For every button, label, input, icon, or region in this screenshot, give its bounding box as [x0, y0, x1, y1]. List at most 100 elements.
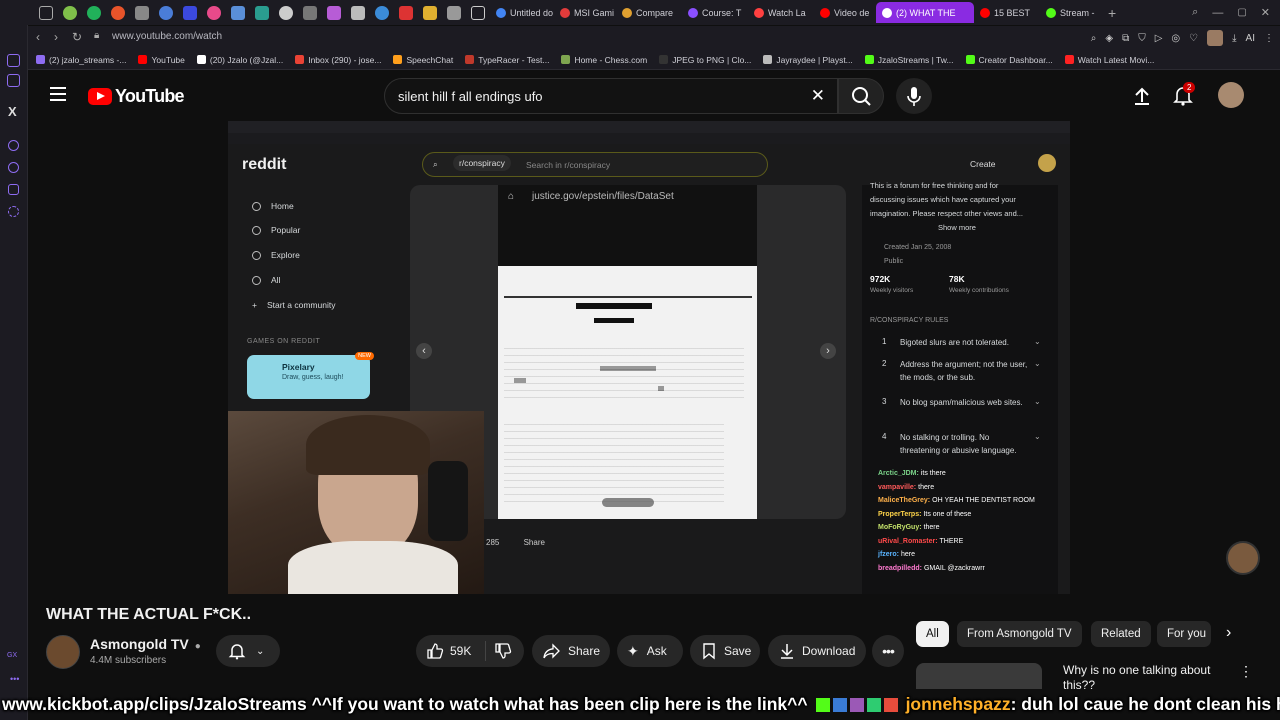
- more-actions-button[interactable]: •••: [872, 635, 904, 667]
- tab-pinned-icon[interactable]: [447, 5, 461, 20]
- tab-pinned-icon[interactable]: [471, 5, 485, 20]
- reload-icon[interactable]: ↻: [72, 30, 82, 44]
- messenger-icon[interactable]: [8, 184, 19, 195]
- bookmark-item[interactable]: Home - Chess.com: [561, 55, 647, 65]
- tab-pinned-icon[interactable]: [255, 5, 269, 20]
- screenshot-icon[interactable]: ⧉: [1122, 33, 1129, 44]
- new-tab-icon[interactable]: +: [1108, 5, 1116, 21]
- badge-emote-icon: [849, 697, 864, 712]
- play-icon[interactable]: ▷: [1155, 33, 1163, 44]
- extension-icon[interactable]: ◈: [1105, 33, 1113, 44]
- download-icon[interactable]: ⤓: [1232, 33, 1236, 44]
- tab-pinned-icon[interactable]: [63, 5, 77, 20]
- save-button[interactable]: Save: [690, 635, 760, 667]
- bookmark-item[interactable]: Watch Latest Movi...: [1064, 55, 1154, 65]
- tab-pinned-icon[interactable]: [399, 5, 413, 20]
- speed-dial-icon[interactable]: [7, 54, 20, 67]
- bookmark-item[interactable]: (20) Jzalo (@Jzal...: [196, 55, 283, 65]
- related-thumbnail[interactable]: [916, 663, 1042, 689]
- close-window-icon[interactable]: ✕: [1261, 6, 1270, 19]
- tab-pinned-icon[interactable]: [279, 5, 293, 20]
- tab-2[interactable]: Compare: [616, 2, 682, 23]
- bookmark-item[interactable]: YouTube: [138, 55, 185, 65]
- tab-active[interactable]: (2) WHAT THE: [876, 2, 974, 23]
- tab-pinned-icon[interactable]: [159, 5, 173, 20]
- upload-icon[interactable]: [1132, 86, 1152, 106]
- voice-search-button[interactable]: [896, 78, 932, 114]
- tab-pinned-icon[interactable]: [327, 5, 341, 20]
- gx-icon[interactable]: GX: [7, 652, 17, 659]
- maximize-icon[interactable]: ▢: [1237, 7, 1246, 18]
- notifications-button[interactable]: 2: [1172, 82, 1196, 106]
- heart-icon[interactable]: ♡: [1189, 33, 1198, 44]
- url-field[interactable]: www.youtube.com/watch: [112, 31, 222, 42]
- related-menu-icon[interactable]: ⋮: [1239, 663, 1253, 680]
- bookmark-item[interactable]: (2) jzalo_streams -...: [36, 55, 126, 65]
- share-button[interactable]: Share: [532, 635, 610, 667]
- tab-0[interactable]: Untitled do: [490, 2, 554, 23]
- bookmark-item[interactable]: TypeRacer - Test...: [465, 55, 549, 65]
- subscribed-button[interactable]: ⌄: [216, 635, 280, 667]
- clear-search-icon[interactable]: ✕: [811, 86, 825, 106]
- tab-4[interactable]: Watch La: [748, 2, 814, 23]
- chip-all[interactable]: All: [916, 621, 949, 647]
- tab-pinned-icon[interactable]: [423, 5, 437, 20]
- bookmark-item[interactable]: Inbox (290) - jose...: [295, 55, 381, 65]
- like-button[interactable]: 59K: [416, 641, 486, 661]
- forward-icon[interactable]: ›: [54, 30, 58, 44]
- tab-pinned-icon[interactable]: [231, 5, 245, 20]
- player-icon[interactable]: [8, 140, 19, 151]
- ask-button[interactable]: ✦ Ask: [617, 635, 683, 667]
- dislike-button[interactable]: [486, 642, 512, 660]
- tab-pinned-icon[interactable]: [351, 5, 365, 20]
- tab-pinned-icon[interactable]: [111, 5, 125, 20]
- search-button[interactable]: [838, 78, 884, 114]
- tab-pinned-icon[interactable]: [207, 5, 221, 20]
- tab-8[interactable]: Stream -: [1040, 2, 1104, 23]
- tab-pinned-icon[interactable]: [375, 5, 389, 20]
- zoom-icon[interactable]: ⌕: [1091, 33, 1097, 44]
- ai-label[interactable]: AI: [1246, 33, 1255, 44]
- back-icon[interactable]: ‹: [36, 30, 40, 44]
- chips-next-icon[interactable]: ›: [1226, 624, 1231, 642]
- tab-pinned-icon[interactable]: [303, 5, 317, 20]
- youtube-logo[interactable]: YouTube: [88, 86, 185, 107]
- settings-icon[interactable]: [8, 206, 19, 217]
- tab-pinned-icon[interactable]: [87, 5, 101, 20]
- vpn-icon[interactable]: ◎: [1171, 33, 1180, 44]
- chip-related[interactable]: Related: [1091, 621, 1151, 647]
- user-avatar[interactable]: [1218, 82, 1244, 108]
- bookmark-item[interactable]: Creator Dashboar...: [965, 55, 1053, 65]
- tab-7[interactable]: 15 BEST: [974, 2, 1040, 23]
- reddit-header: reddit ⌕ r/conspiracy Search in r/conspi…: [228, 144, 1070, 184]
- profile-avatar[interactable]: [1207, 30, 1224, 46]
- tab-3[interactable]: Course: T: [682, 2, 748, 23]
- hamburger-menu-icon[interactable]: [50, 87, 66, 101]
- search-input[interactable]: silent hill f all endings ufo ✕: [384, 78, 838, 114]
- history-icon[interactable]: [8, 162, 19, 173]
- tab-search-icon[interactable]: ⌕: [1192, 6, 1198, 19]
- tab-pinned-icon[interactable]: [39, 5, 53, 20]
- tab-1[interactable]: MSI Gami: [554, 2, 616, 23]
- more-icon[interactable]: •••: [10, 674, 19, 684]
- download-button[interactable]: Download: [768, 635, 866, 667]
- channel-name[interactable]: Asmongold TV ●: [90, 636, 201, 652]
- tab-pinned-icon[interactable]: [183, 5, 197, 20]
- chip-for-you[interactable]: For you: [1157, 621, 1211, 647]
- minimize-icon[interactable]: —: [1212, 7, 1223, 19]
- menu-icon[interactable]: ⋮: [1264, 33, 1274, 44]
- tab-pinned-icon[interactable]: [135, 5, 149, 20]
- bookmark-item[interactable]: SpeechChat: [393, 55, 453, 65]
- video-player[interactable]: reddit ⌕ r/conspiracy Search in r/conspi…: [228, 121, 1070, 594]
- chip-from-channel[interactable]: From Asmongold TV: [957, 621, 1082, 647]
- workspace-icon[interactable]: [7, 74, 20, 87]
- bookmark-item[interactable]: JzaloStreams | Tw...: [864, 55, 954, 65]
- x-icon[interactable]: X: [8, 104, 17, 119]
- channel-avatar[interactable]: [46, 635, 80, 669]
- bookmark-item[interactable]: Jayraydee | Playst...: [763, 55, 853, 65]
- floating-avatar[interactable]: [1226, 541, 1260, 575]
- shield-icon[interactable]: ⛉: [1138, 33, 1146, 44]
- related-video-title[interactable]: Why is no one talking about this??: [1063, 663, 1223, 689]
- tab-5[interactable]: Video de: [814, 2, 876, 23]
- bookmark-item[interactable]: JPEG to PNG | Clo...: [659, 55, 751, 65]
